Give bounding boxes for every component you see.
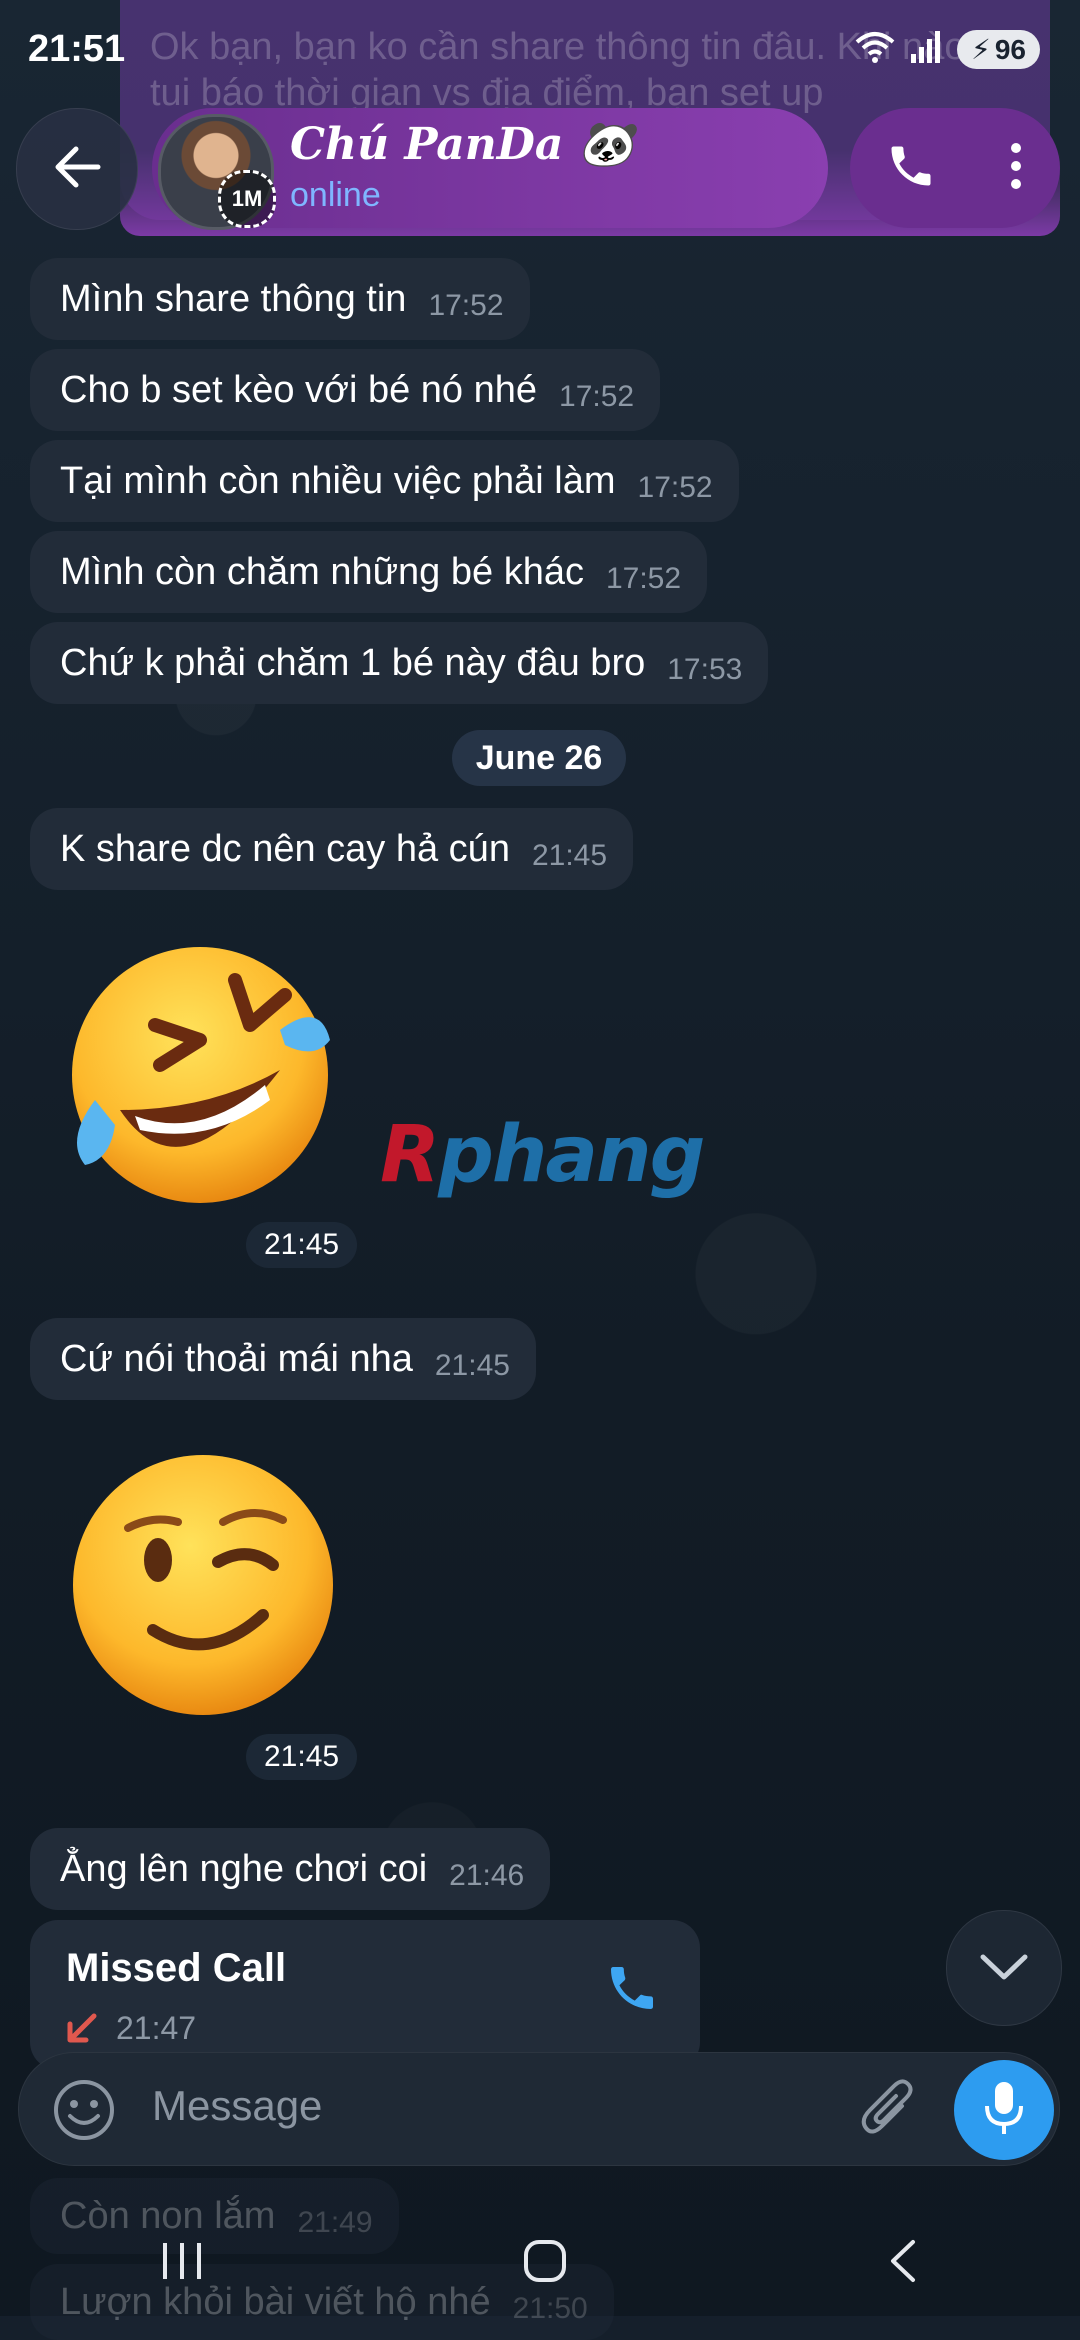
- message-time: 17:52: [637, 471, 713, 504]
- battery-level: 96: [994, 33, 1026, 65]
- home-button[interactable]: [520, 2236, 570, 2291]
- message-text: Mình share thông tin: [60, 277, 407, 320]
- story-badge: 1M: [218, 170, 276, 228]
- call-button[interactable]: [885, 140, 937, 197]
- watermark-logo: Rphang: [380, 1110, 705, 1200]
- sticker-time: 21:45: [246, 1734, 358, 1780]
- chevron-down-icon: [979, 1951, 1029, 1986]
- signal-icon: [909, 30, 943, 69]
- message-bubble[interactable]: Tại mình còn nhiều việc phải làm 17:52: [30, 440, 739, 522]
- missed-arrow-icon: [64, 2012, 98, 2051]
- message-time: 17:52: [605, 562, 682, 595]
- header-actions: [850, 108, 1060, 228]
- message-bubble[interactable]: Mình share thông tin 17:52: [30, 258, 530, 340]
- call-back-button[interactable]: [604, 1960, 660, 2021]
- message-bubble[interactable]: K share dc nên cay hả cún 21:45: [30, 808, 634, 890]
- message-bubble[interactable]: Mình còn chăm những bé khác 17:52: [30, 531, 708, 613]
- charging-icon: ⚡: [971, 34, 991, 65]
- message-text: Tại mình còn nhiều việc phải làm: [60, 459, 616, 502]
- message-bubble[interactable]: Cứ nói thoải mái nha 21:45: [30, 1318, 536, 1400]
- message-input[interactable]: Message: [152, 2082, 322, 2130]
- date-divider: June 26: [452, 730, 626, 786]
- laughing-sticker-icon[interactable]: [60, 940, 350, 1215]
- message-text: K share dc nên cay hả cún: [60, 827, 510, 870]
- message-time: 17:52: [428, 289, 504, 322]
- chat-name: Chú PanDa 🐼: [290, 119, 634, 170]
- message-time: 21:45: [531, 839, 608, 872]
- recent-apps-button[interactable]: [157, 2239, 207, 2288]
- missed-call-card[interactable]: [30, 1920, 700, 2070]
- attach-button[interactable]: [858, 2078, 918, 2147]
- sticker-time: 21:45: [246, 1222, 358, 1268]
- message-time: 21:46: [449, 1859, 525, 1892]
- more-options-button[interactable]: [1006, 140, 1026, 197]
- back-button[interactable]: [16, 108, 138, 230]
- message-time: 17:52: [559, 380, 635, 413]
- arrow-left-icon: [52, 145, 102, 194]
- wink-sticker-icon[interactable]: [68, 1450, 338, 1725]
- message-text: Cho b set kèo với bé nó nhé: [60, 368, 538, 411]
- message-bubble[interactable]: Ẳng lên nghe chơi coi 21:46: [30, 1828, 551, 1910]
- system-nav-bar: [0, 2210, 1080, 2316]
- emoji-button[interactable]: [52, 2078, 116, 2147]
- message-text: Cứ nói thoải mái nha: [60, 1337, 413, 1380]
- battery-indicator: ⚡ 96: [957, 30, 1040, 69]
- back-nav-button[interactable]: [883, 2236, 923, 2291]
- message-time: 21:45: [434, 1349, 510, 1382]
- message-text: Mình còn chăm những bé khác: [60, 550, 584, 593]
- missed-call-time: 21:47: [116, 2010, 197, 2046]
- message-text: Chứ k phải chăm 1 bé này đâu bro: [60, 641, 646, 684]
- microphone-icon: [982, 2080, 1026, 2141]
- message-time: 17:53: [667, 653, 743, 686]
- missed-call-title: Missed Call: [66, 1946, 287, 1990]
- message-bubble[interactable]: Cho b set kèo với bé nó nhé 17:52: [30, 349, 661, 431]
- message-text: Ẳng lên nghe chơi coi: [60, 1847, 428, 1890]
- smiley-icon: [52, 2080, 116, 2146]
- status-time: 21:51: [28, 28, 126, 70]
- message-bubble[interactable]: Chứ k phải chăm 1 bé này đâu bro 17:53: [30, 622, 769, 704]
- status-icons: ⚡ 96: [855, 30, 1040, 69]
- phone-icon: [604, 1967, 660, 2020]
- wifi-icon: [855, 30, 895, 69]
- scroll-down-button[interactable]: [946, 1910, 1062, 2026]
- paperclip-icon: [858, 2079, 918, 2146]
- voice-record-button[interactable]: [954, 2060, 1054, 2160]
- chat-status: online: [290, 176, 381, 214]
